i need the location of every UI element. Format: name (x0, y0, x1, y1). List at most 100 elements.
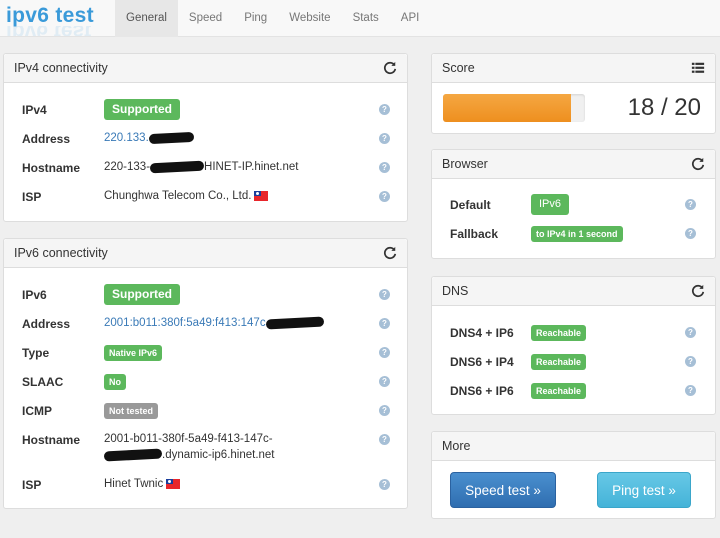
help-icon[interactable]: ? (379, 133, 390, 144)
help-icon[interactable]: ? (379, 405, 390, 416)
dns-row-label: DNS6 + IP6 (450, 384, 514, 398)
default-label: Default (450, 198, 491, 212)
dns-row: DNS6 + IP4 Reachable ? (432, 352, 715, 372)
ipv6-address-value: 2001:b011:380f:5a49:f413:147c (104, 316, 324, 330)
redaction-mark (103, 448, 163, 462)
help-icon[interactable]: ? (685, 356, 696, 367)
browser-row-fallback: Fallback to IPv4 in 1 second ? (432, 224, 715, 244)
browser-panel: Browser Default IPv6 ? Fallback to IPv4 … (431, 149, 716, 259)
browser-panel-header: Browser (432, 150, 715, 179)
ipv4-row-address: Address 220.133. ? (4, 129, 407, 149)
ipv4-row-status: IPv4 Supported ? (4, 99, 407, 120)
reachable-badge: Reachable (531, 325, 587, 341)
ipv4-row-hostname: Hostname 220-133- HINET-IP.hinet.net ? (4, 158, 407, 178)
browser-panel-title: Browser (442, 157, 488, 171)
refresh-icon[interactable] (383, 246, 397, 260)
dns-row-label: DNS6 + IP4 (450, 355, 514, 369)
taiwan-flag-icon (166, 478, 181, 489)
ipv4-supported-badge: Supported (104, 99, 180, 120)
help-icon[interactable]: ? (379, 104, 390, 115)
speed-test-button[interactable]: Speed test » (450, 472, 556, 508)
reachable-badge: Reachable (531, 354, 587, 370)
redaction-mark (148, 131, 194, 145)
ipv6-row-hostname: Hostname 2001-b011-380f-5a49-f413-147c- … (4, 430, 407, 466)
ipv6-hostname-line2: .dynamic-ip6.hinet.net (103, 448, 275, 462)
ipv4-hostname-value: 220-133- HINET-IP.hinet.net (104, 160, 299, 174)
ipv6-panel-title: IPv6 connectivity (14, 246, 108, 260)
address-label: Address (22, 132, 71, 146)
score-panel: Score 18 / 20 (431, 53, 716, 134)
dns-panel: DNS DNS4 + IP6 Reachable ? DNS6 + IP4 Re… (431, 276, 716, 415)
slaac-badge: No (104, 374, 126, 390)
more-panel-header: More (432, 432, 715, 461)
help-icon[interactable]: ? (379, 347, 390, 358)
redaction-mark (265, 316, 324, 330)
help-icon[interactable]: ? (685, 327, 696, 338)
dns-row: DNS4 + IP6 Reachable ? (432, 323, 715, 343)
ipv6-row-isp: ISP Hinet Twnic ? (4, 475, 407, 495)
more-panel-title: More (442, 439, 471, 453)
ipv4-panel-header: IPv4 connectivity (4, 54, 407, 83)
icmp-badge: Not tested (104, 403, 159, 419)
browser-row-default: Default IPv6 ? (432, 194, 715, 215)
icmp-label: ICMP (22, 404, 52, 418)
refresh-icon[interactable] (691, 284, 705, 298)
brand-logo[interactable]: ipv6 test (6, 4, 94, 28)
list-icon[interactable] (691, 61, 705, 75)
ping-test-button[interactable]: Ping test » (597, 472, 691, 508)
ipv6-supported-badge: Supported (104, 284, 180, 305)
tab-speed[interactable]: Speed (178, 0, 233, 37)
nav-tabs: General Speed Ping Website Stats API (115, 0, 430, 37)
fallback-label: Fallback (450, 227, 499, 241)
help-icon[interactable]: ? (379, 434, 390, 445)
tab-api[interactable]: API (390, 0, 431, 37)
help-icon[interactable]: ? (685, 199, 696, 210)
reachable-badge: Reachable (531, 383, 587, 399)
slaac-label: SLAAC (22, 375, 64, 389)
tab-ping[interactable]: Ping (233, 0, 278, 37)
score-panel-header: Score (432, 54, 715, 83)
help-icon[interactable]: ? (379, 479, 390, 490)
isp-label: ISP (22, 478, 42, 492)
help-icon[interactable]: ? (685, 385, 696, 396)
dns-panel-title: DNS (442, 284, 469, 298)
ipv6-panel: IPv6 connectivity IPv6 Supported ? Addre… (3, 238, 408, 509)
tab-website[interactable]: Website (278, 0, 341, 37)
dns-panel-header: DNS (432, 277, 715, 306)
type-label: Type (22, 346, 50, 360)
tab-general[interactable]: General (115, 0, 178, 37)
ipv4-address-value: 220.133. (104, 131, 194, 145)
refresh-icon[interactable] (383, 61, 397, 75)
help-icon[interactable]: ? (379, 289, 390, 300)
ipv6-row-icmp: ICMP Not tested ? (4, 401, 407, 421)
help-icon[interactable]: ? (379, 376, 390, 387)
ipv6-row-slaac: SLAAC No ? (4, 372, 407, 392)
tab-stats[interactable]: Stats (342, 0, 390, 37)
ipv6-row-status: IPv6 Supported ? (4, 284, 407, 305)
hostname-label: Hostname (22, 161, 81, 175)
ipv4-row-isp: ISP Chunghwa Telecom Co., Ltd. ? (4, 187, 407, 207)
address-label: Address (22, 317, 71, 331)
dns-row: DNS6 + IP6 Reachable ? (432, 381, 715, 401)
help-icon[interactable]: ? (379, 191, 390, 202)
help-icon[interactable]: ? (379, 162, 390, 173)
isp-label: ISP (22, 190, 42, 204)
refresh-icon[interactable] (691, 157, 705, 171)
ipv6-isp-value: Hinet Twnic (104, 478, 181, 490)
redaction-mark (149, 160, 205, 174)
native-ipv6-badge: Native IPv6 (104, 345, 163, 361)
help-icon[interactable]: ? (379, 318, 390, 329)
navbar: ipv6 test ipv6 test General Speed Ping W… (0, 0, 720, 37)
score-panel-title: Score (442, 61, 475, 75)
score-progress-fill (443, 94, 571, 122)
ipv6-row-address: Address 2001:b011:380f:5a49:f413:147c ? (4, 314, 407, 334)
more-panel: More Speed test » Ping test » (431, 431, 716, 519)
ipv4-label: IPv4 (22, 103, 47, 117)
score-progress-bar (443, 94, 585, 122)
fallback-badge: to IPv4 in 1 second (531, 226, 623, 242)
ipv4-panel-title: IPv4 connectivity (14, 61, 108, 75)
brand-reflection: ipv6 test (6, 26, 91, 36)
taiwan-flag-icon (254, 190, 269, 201)
help-icon[interactable]: ? (685, 228, 696, 239)
ipv6-label: IPv6 (22, 288, 47, 302)
